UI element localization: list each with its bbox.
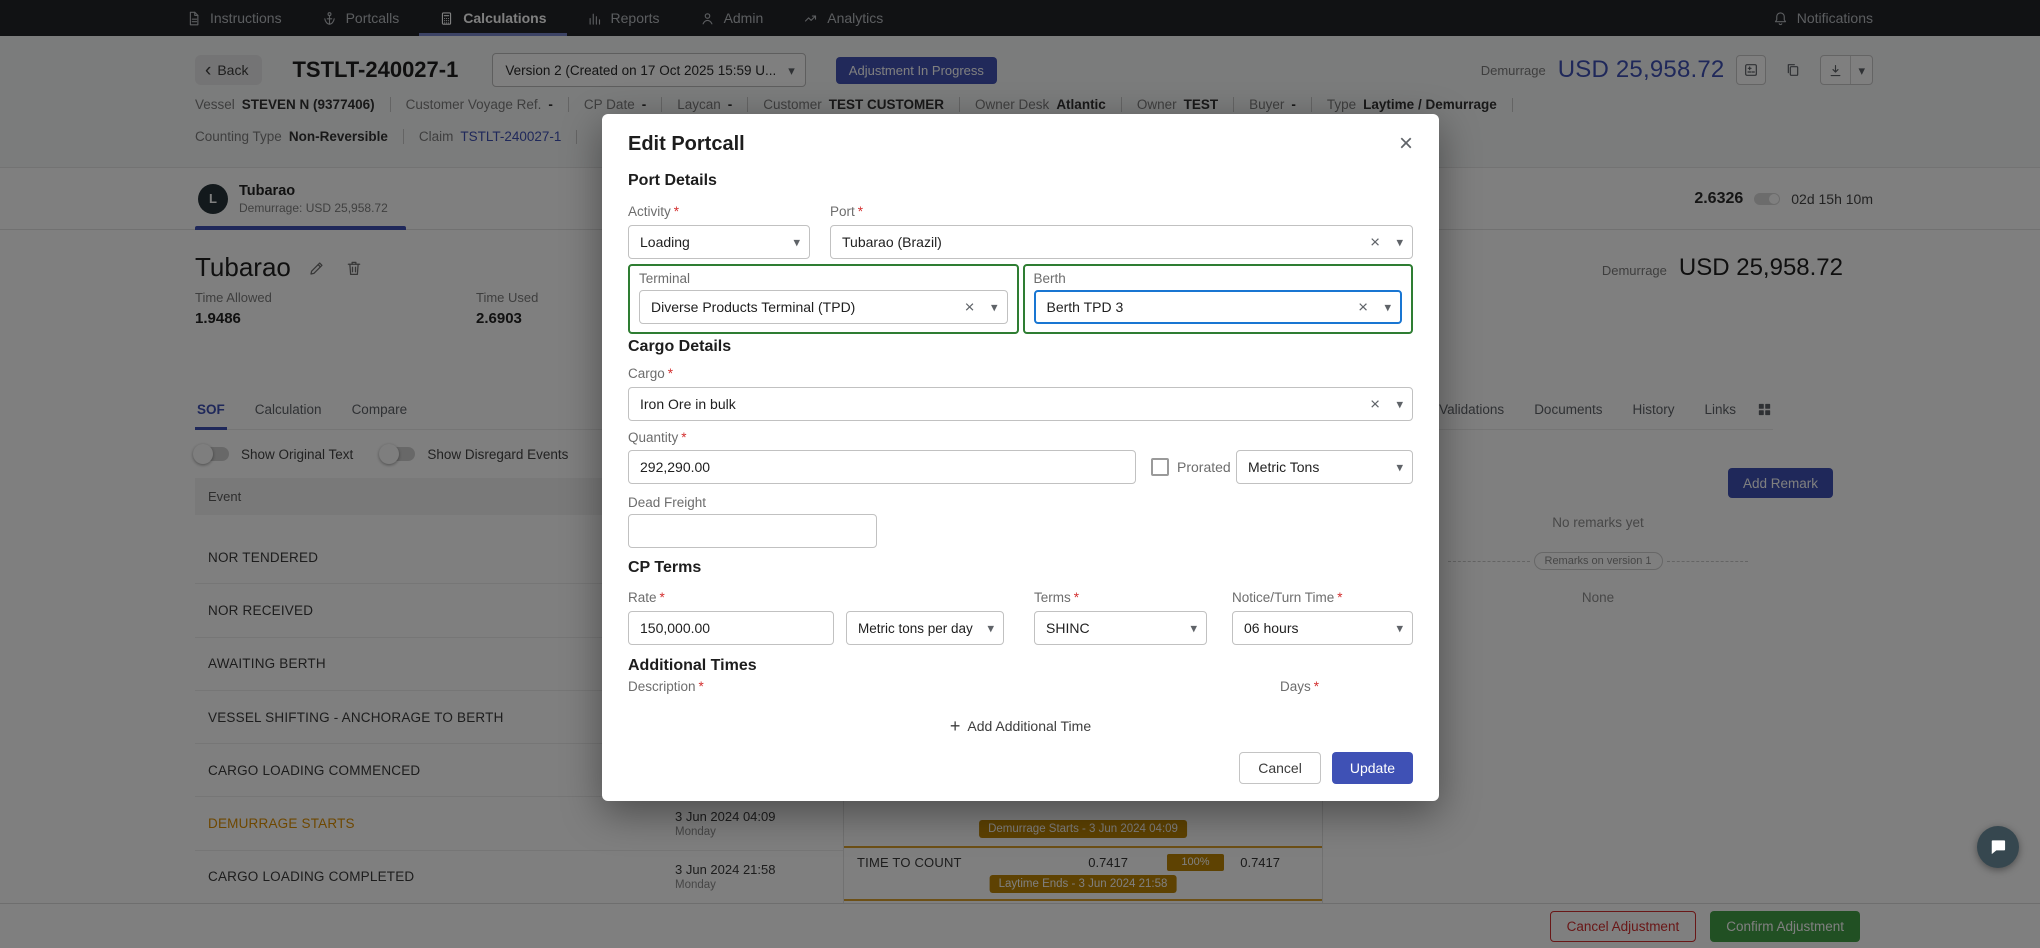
rate-input[interactable]: [628, 611, 834, 645]
rate-unit-select[interactable]: Metric tons per day ▾: [846, 611, 1004, 645]
terminal-combobox[interactable]: Diverse Products Terminal (TPD) × ▾: [639, 290, 1008, 324]
cancel-button[interactable]: Cancel: [1239, 752, 1321, 784]
prorated-label: Prorated: [1177, 459, 1231, 475]
clear-icon[interactable]: ×: [1370, 396, 1380, 413]
app-root: Instructions Portcalls Calculations Repo…: [0, 0, 2040, 948]
clear-icon[interactable]: ×: [1358, 299, 1368, 316]
update-button[interactable]: Update: [1331, 752, 1413, 784]
chevron-down-icon: ▾: [1396, 234, 1403, 250]
chevron-down-icon: ▾: [1396, 620, 1403, 636]
dead-freight-input[interactable]: [628, 514, 877, 548]
chevron-down-icon: ▾: [987, 620, 994, 636]
clear-icon[interactable]: ×: [965, 299, 975, 316]
rate-unit-label: [846, 590, 1004, 606]
chevron-down-icon: ▾: [1396, 459, 1403, 475]
activity-label: Activity *: [628, 204, 680, 219]
prorated-checkbox[interactable]: [1151, 458, 1169, 476]
cargo-label: Cargo *: [628, 366, 674, 381]
chevron-down-icon: ▾: [990, 299, 998, 315]
notice-turn-time-label: Notice/Turn Time *: [1232, 590, 1343, 605]
terms-label: Terms *: [1034, 590, 1080, 605]
chevron-down-icon: ▾: [793, 234, 800, 250]
terminal-label: Terminal: [639, 271, 691, 286]
port-combobox[interactable]: Tubarao (Brazil) × ▾: [830, 225, 1413, 259]
add-additional-time-button[interactable]: + Add Additional Time: [950, 713, 1091, 739]
section-cargo-details: Cargo Details: [628, 338, 732, 355]
days-label: Days *: [1280, 679, 1320, 694]
berth-highlight-box: Berth Berth TPD 3 × ▾: [1022, 264, 1413, 334]
close-icon[interactable]: ×: [1399, 132, 1413, 156]
dialog-title: Edit Portcall: [628, 132, 745, 155]
activity-select[interactable]: Loading ▾: [628, 225, 810, 259]
berth-label: Berth: [1033, 271, 1066, 286]
section-port-details: Port Details: [628, 172, 717, 189]
chevron-down-icon: ▾: [1396, 396, 1403, 412]
chevron-down-icon: ▾: [1384, 299, 1391, 315]
quantity-input[interactable]: [628, 450, 1136, 484]
prorated-field: Prorated: [1151, 458, 1231, 476]
quantity-unit-select[interactable]: Metric Tons ▾: [1236, 450, 1413, 484]
berth-combobox[interactable]: Berth TPD 3 × ▾: [1033, 290, 1402, 324]
clear-icon[interactable]: ×: [1370, 234, 1380, 251]
section-additional-times: Additional Times: [628, 657, 757, 674]
edit-portcall-dialog: Edit Portcall × Port Details Activity * L…: [602, 114, 1439, 801]
chat-launcher-button[interactable]: [1977, 826, 2019, 868]
chevron-down-icon: ▾: [1190, 620, 1197, 636]
notice-turn-time-select[interactable]: 06 hours ▾: [1232, 611, 1413, 645]
terms-select[interactable]: SHINC ▾: [1034, 611, 1207, 645]
rate-label: Rate *: [628, 590, 665, 605]
section-cp-terms: CP Terms: [628, 559, 702, 576]
chat-bubble-icon: [1991, 840, 2006, 855]
description-label: Description *: [628, 679, 704, 694]
port-label: Port *: [830, 204, 864, 219]
dead-freight-label: Dead Freight: [628, 495, 707, 510]
plus-icon: +: [949, 716, 961, 736]
terminal-highlight-box: Terminal Diverse Products Terminal (TPD)…: [628, 264, 1019, 334]
cargo-combobox[interactable]: Iron Ore in bulk × ▾: [628, 387, 1413, 421]
quantity-label: Quantity *: [628, 430, 687, 445]
